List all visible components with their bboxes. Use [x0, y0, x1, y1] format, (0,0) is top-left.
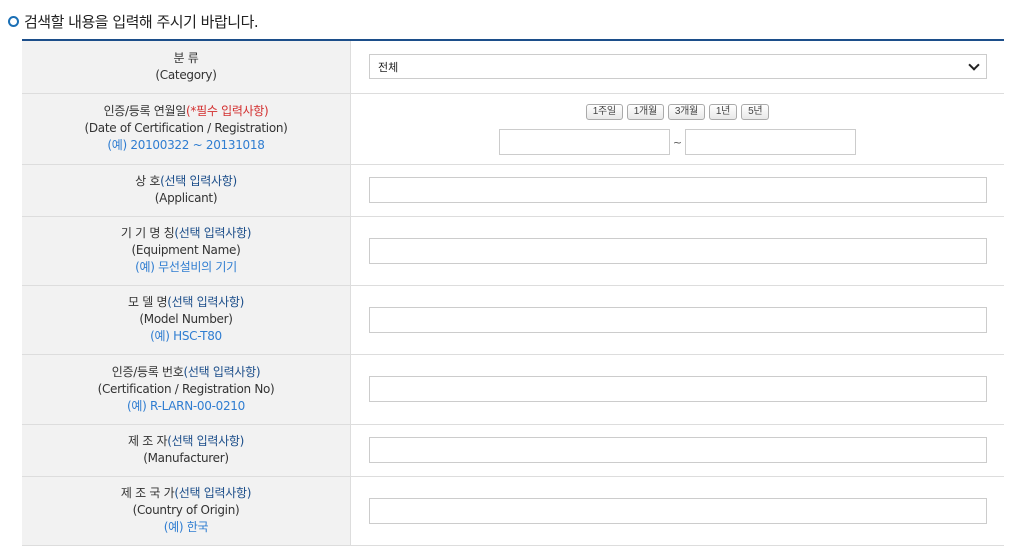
- label-manufacturer: 제 조 자(선택 입력사항) (Manufacturer): [22, 424, 351, 477]
- row-model: 모 델 명(선택 입력사항) (Model Number) (예) HSC-T8…: [22, 285, 1004, 355]
- label-cert-no-example: (예) R-LARN-00-0210: [127, 398, 245, 413]
- label-equipment-ko: 기 기 명 칭: [120, 226, 175, 240]
- row-cert-date: 인증/등록 연월일(*필수 입력사항) (Date of Certificati…: [22, 93, 1004, 165]
- label-cert-no-ko: 인증/등록 번호: [111, 364, 184, 379]
- label-applicant: 상 호(선택 입력사항) (Applicant): [22, 164, 351, 217]
- label-category-en: (Category): [155, 67, 217, 82]
- label-cert-date-ko: 인증/등록 연월일: [103, 104, 187, 118]
- label-manufacturer-ko: 제 조 자: [128, 434, 168, 448]
- row-country: 제 조 국 가(선택 입력사항) (Country of Origin) (예)…: [22, 476, 1004, 546]
- optional-note: (선택 입력사항): [160, 174, 237, 188]
- label-country-example: (예) 한국: [163, 520, 209, 534]
- field-cert-no: [350, 354, 1004, 425]
- label-cert-date: 인증/등록 연월일(*필수 입력사항) (Date of Certificati…: [22, 93, 351, 165]
- field-applicant: [350, 164, 1004, 217]
- period-5year-button[interactable]: 5년: [741, 104, 770, 120]
- field-category: 전체: [350, 40, 1004, 94]
- date-from-input[interactable]: [498, 129, 670, 155]
- period-1month-button[interactable]: 1개월: [626, 104, 664, 120]
- optional-note: (선택 입력사항): [167, 434, 244, 448]
- chevron-down-icon: [968, 59, 980, 71]
- optional-note: (선택 입력사항): [174, 486, 252, 500]
- label-manufacturer-en: (Manufacturer): [143, 451, 229, 465]
- label-country-en: (Country of Origin): [132, 503, 240, 517]
- label-model-example: (예) HSC-T80: [150, 329, 222, 343]
- row-equipment: 기 기 명 칭(선택 입력사항) (Equipment Name) (예) 무선…: [22, 216, 1004, 286]
- row-category: 분 류 (Category) 전체: [22, 40, 1004, 94]
- optional-note: (선택 입력사항): [183, 364, 261, 379]
- required-note: (*필수 입력사항): [186, 104, 269, 118]
- row-manufacturer: 제 조 자(선택 입력사항) (Manufacturer): [22, 424, 1004, 477]
- date-to-input[interactable]: [685, 129, 857, 155]
- field-cert-date: 1주일 1개월 3개월 1년 5년 ~: [350, 93, 1004, 165]
- search-instruction: 검색할 내용을 입력해 주시기 바랍니다.: [8, 9, 259, 33]
- label-model: 모 델 명(선택 입력사항) (Model Number) (예) HSC-T8…: [22, 285, 351, 355]
- period-1week-button[interactable]: 1주일: [585, 104, 623, 120]
- equipment-name-input[interactable]: [369, 237, 987, 264]
- category-select-value: 전체: [378, 60, 399, 74]
- label-country-ko: 제 조 국 가: [120, 486, 175, 500]
- label-category: 분 류 (Category): [22, 40, 351, 94]
- field-model: [350, 285, 1004, 355]
- applicant-input[interactable]: [369, 177, 987, 203]
- label-country: 제 조 국 가(선택 입력사항) (Country of Origin) (예)…: [22, 476, 351, 546]
- date-range: ~: [369, 129, 986, 155]
- label-cert-date-example: (예) 20100322 ~ 20131018: [107, 138, 265, 152]
- cert-number-input[interactable]: [369, 376, 987, 402]
- label-equipment-example: (예) 무선설비의 기기: [135, 260, 237, 274]
- instruction-text: 검색할 내용을 입력해 주시기 바랍니다.: [24, 12, 259, 31]
- field-country: [350, 476, 1004, 546]
- label-applicant-en: (Applicant): [154, 191, 218, 205]
- category-select[interactable]: 전체: [369, 54, 987, 80]
- period-3month-button[interactable]: 3개월: [667, 104, 705, 120]
- label-model-en: (Model Number): [139, 312, 233, 326]
- label-equipment-en: (Equipment Name): [131, 243, 241, 257]
- field-equipment: [350, 216, 1004, 286]
- label-cert-no: 인증/등록 번호(선택 입력사항) (Certification / Regis…: [22, 354, 351, 425]
- date-range-separator: ~: [672, 135, 683, 149]
- optional-note: (선택 입력사항): [167, 295, 244, 309]
- manufacturer-input[interactable]: [369, 437, 987, 463]
- optional-note: (선택 입력사항): [174, 226, 252, 240]
- label-category-ko: 분 류: [173, 50, 199, 65]
- period-1year-button[interactable]: 1년: [708, 104, 738, 120]
- label-cert-no-en: (Certification / Registration No): [97, 381, 275, 396]
- search-form-table: 분 류 (Category) 전체 인증/등록 연월일(*필수 입력사항) (D…: [22, 39, 1004, 546]
- label-applicant-ko: 상 호: [135, 174, 161, 188]
- row-applicant: 상 호(선택 입력사항) (Applicant): [22, 164, 1004, 217]
- field-manufacturer: [350, 424, 1004, 477]
- label-model-ko: 모 델 명: [128, 295, 168, 309]
- row-cert-no: 인증/등록 번호(선택 입력사항) (Certification / Regis…: [22, 354, 1004, 425]
- circle-bullet-icon: [8, 15, 19, 27]
- model-number-input[interactable]: [369, 306, 987, 333]
- label-cert-date-en: (Date of Certification / Registration): [84, 121, 288, 135]
- country-input[interactable]: [369, 497, 987, 524]
- label-equipment: 기 기 명 칭(선택 입력사항) (Equipment Name) (예) 무선…: [22, 216, 351, 286]
- period-buttons: 1주일 1개월 3개월 1년 5년: [369, 104, 986, 120]
